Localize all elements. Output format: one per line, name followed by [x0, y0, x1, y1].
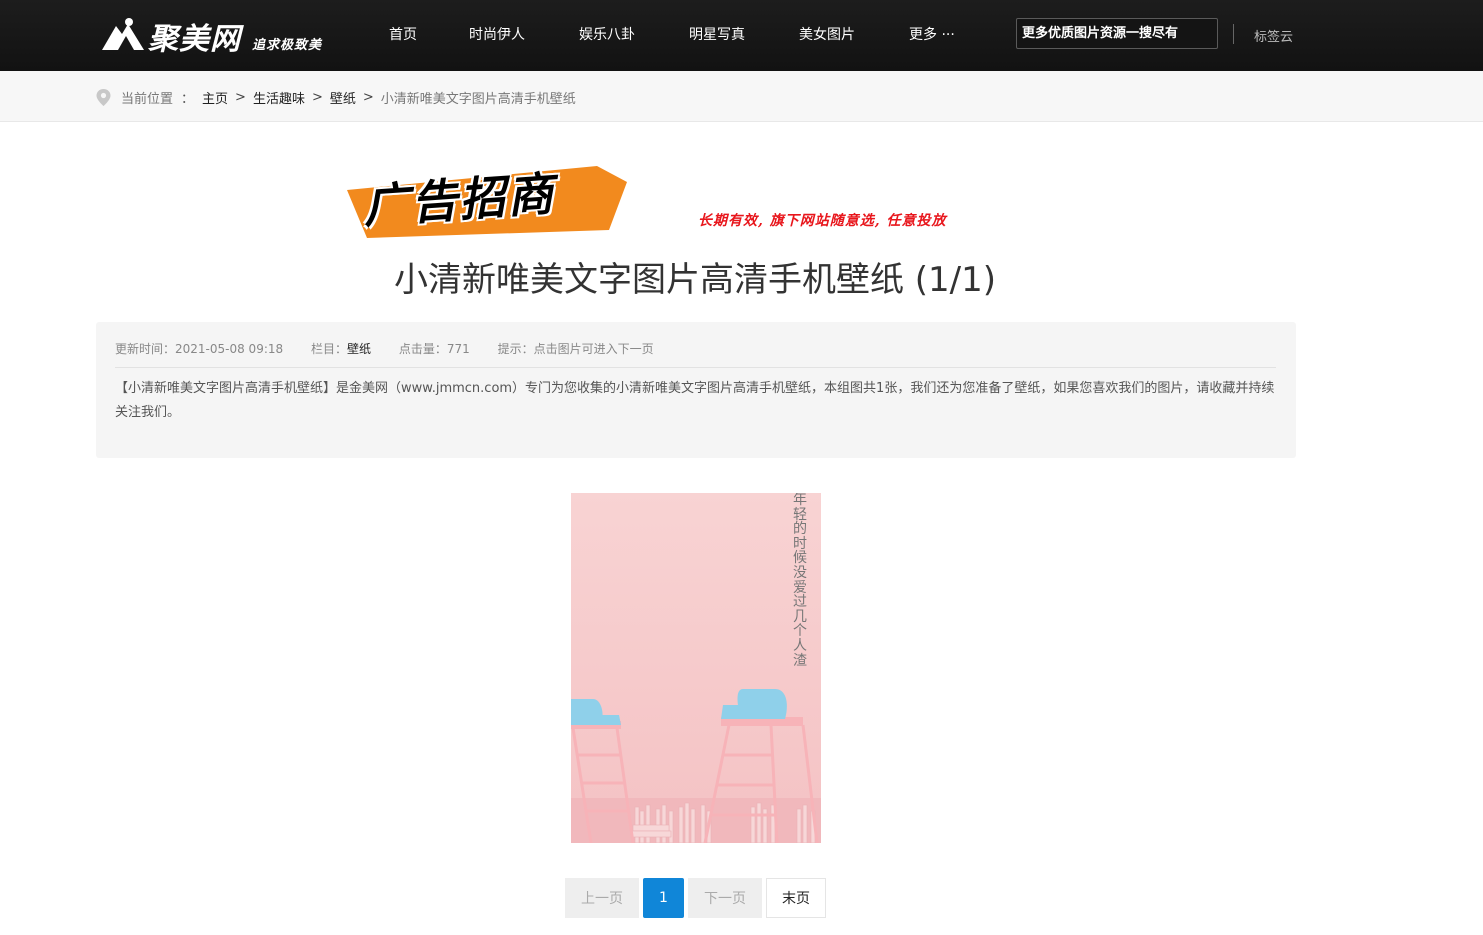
ad-banner[interactable]: 广告招商 长期有效, 旗下网站随意选, 任意投放	[343, 150, 1053, 245]
breadcrumb-separator: >	[311, 90, 323, 105]
next-page-button[interactable]: 下一页	[688, 878, 762, 918]
breadcrumb-separator: >	[235, 90, 246, 105]
breadcrumb-home[interactable]: 主页	[202, 88, 228, 107]
breadcrumb-label: 当前位置	[121, 92, 174, 107]
column-label: 栏目：	[310, 342, 347, 356]
wallpaper-image[interactable]: 年轻的时候没爱过几个人渣	[571, 493, 821, 843]
last-page-button[interactable]: 末页	[766, 878, 826, 918]
breadcrumb-colon: ：	[181, 92, 195, 107]
logo-name: 聚美网	[148, 22, 241, 57]
breadcrumb-life-fun[interactable]: 生活趣味	[253, 88, 305, 107]
nav-item-entertainment[interactable]: 娱乐八卦	[579, 24, 635, 44]
header-divider	[1233, 24, 1234, 44]
page-number-current[interactable]: 1	[643, 878, 684, 918]
nav-item-beauty[interactable]: 美女图片	[799, 24, 855, 44]
wallpaper-vertical-text: 年轻的时候没爱过几个人渣	[793, 493, 807, 669]
column-link[interactable]: 壁纸	[347, 342, 371, 356]
search-box	[1016, 18, 1218, 49]
breadcrumb-current: 小清新唯美文字图片高清手机壁纸	[380, 92, 576, 107]
breadcrumb: 当前位置 ： 主页 > 生活趣味 > 壁纸 > 小清新唯美文字图片高清手机壁纸	[96, 88, 576, 107]
wallpaper-illustration	[571, 493, 821, 843]
logo-slogan: 追求极致美	[252, 38, 323, 53]
article-info-panel: 更新时间：2021-05-08 09:18 栏目：壁纸 点击量：771 提示：点…	[96, 322, 1296, 458]
update-time: 更新时间：2021-05-08 09:18	[115, 342, 284, 356]
info-divider	[115, 367, 1276, 368]
nav-item-more[interactable]: 更多 ···	[909, 24, 955, 44]
top-navigation-bar: 聚美网 追求极致美 首页 时尚伊人 娱乐八卦 明星写真 美女图片 更多 ··· …	[0, 0, 1483, 71]
nav-item-celebrity[interactable]: 明星写真	[689, 24, 745, 44]
prev-page-button[interactable]: 上一页	[565, 878, 639, 918]
breadcrumb-wallpaper[interactable]: 壁纸	[330, 88, 356, 107]
ad-badge-text: 广告招商	[361, 166, 557, 234]
ad-tagline: 长期有效, 旗下网站随意选, 任意投放	[698, 213, 947, 229]
mountain-logo-icon	[102, 18, 144, 50]
tip-text: 提示：点击图片可进入下一页	[497, 342, 654, 356]
breadcrumb-separator: >	[362, 90, 374, 105]
search-input[interactable]	[1017, 19, 1217, 48]
column-info: 栏目：壁纸	[311, 342, 371, 356]
nav-item-fashion[interactable]: 时尚伊人	[469, 24, 525, 44]
view-count: 点击量：771	[398, 342, 470, 356]
article-description: 【小清新唯美文字图片高清手机壁纸】是金美网（www.jmmcn.com）专门为您…	[115, 381, 1275, 420]
site-logo[interactable]: 聚美网 追求极致美	[102, 12, 334, 58]
location-pin-icon	[96, 89, 111, 106]
article-meta: 更新时间：2021-05-08 09:18 栏目：壁纸 点击量：771 提示：点…	[115, 340, 678, 357]
breadcrumb-bar: 当前位置 ： 主页 > 生活趣味 > 壁纸 > 小清新唯美文字图片高清手机壁纸	[0, 71, 1483, 122]
page-title: 小清新唯美文字图片高清手机壁纸 (1/1)	[393, 260, 997, 300]
nav-item-home[interactable]: 首页	[389, 24, 417, 44]
tag-cloud-link[interactable]: 标签云	[1254, 26, 1293, 45]
